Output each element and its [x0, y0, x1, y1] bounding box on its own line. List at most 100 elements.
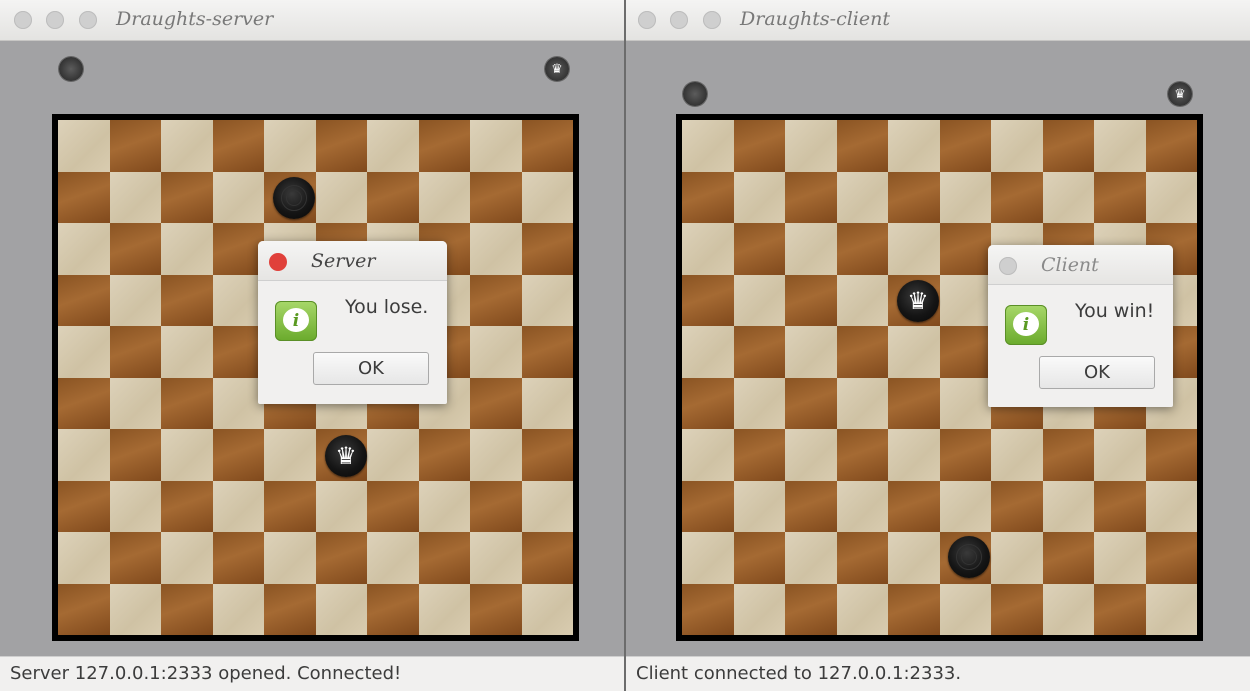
dark-square[interactable]	[785, 274, 837, 326]
light-square[interactable]	[1145, 171, 1197, 223]
dark-square[interactable]	[315, 120, 367, 172]
light-square[interactable]	[785, 429, 837, 481]
minimize-window-button[interactable]	[46, 11, 64, 29]
light-square[interactable]	[1042, 583, 1094, 635]
light-square[interactable]	[888, 429, 940, 481]
dark-square[interactable]	[418, 120, 470, 172]
light-square[interactable]	[315, 583, 367, 635]
dark-square[interactable]	[991, 171, 1043, 223]
light-square[interactable]	[470, 326, 522, 378]
dark-square[interactable]	[212, 532, 264, 584]
dark-square[interactable]	[939, 429, 991, 481]
dark-square[interactable]	[521, 223, 573, 275]
dark-square[interactable]	[682, 171, 734, 223]
light-square[interactable]	[521, 583, 573, 635]
light-square[interactable]	[470, 120, 522, 172]
black-king-piece[interactable]: ♛	[325, 435, 367, 477]
maximize-window-button[interactable]	[79, 11, 97, 29]
light-square[interactable]	[1094, 120, 1146, 172]
light-square[interactable]	[991, 120, 1043, 172]
dark-square[interactable]	[315, 532, 367, 584]
dark-square[interactable]	[264, 583, 316, 635]
light-square[interactable]	[109, 274, 161, 326]
light-square[interactable]	[58, 429, 110, 481]
light-square[interactable]	[58, 223, 110, 275]
dark-square[interactable]	[836, 120, 888, 172]
light-square[interactable]	[785, 223, 837, 275]
light-square[interactable]	[109, 480, 161, 532]
dark-square[interactable]	[470, 377, 522, 429]
light-square[interactable]	[682, 326, 734, 378]
light-square[interactable]	[418, 583, 470, 635]
dialog-titlebar[interactable]: Server	[258, 241, 447, 281]
dark-square[interactable]	[682, 274, 734, 326]
dark-square[interactable]	[521, 429, 573, 481]
light-square[interactable]	[888, 532, 940, 584]
dark-square[interactable]	[939, 326, 991, 378]
dark-square[interactable]	[1094, 171, 1146, 223]
light-square[interactable]	[521, 171, 573, 223]
dark-square[interactable]	[212, 326, 264, 378]
close-window-button[interactable]	[14, 11, 32, 29]
light-square[interactable]	[939, 583, 991, 635]
light-square[interactable]	[682, 429, 734, 481]
light-square[interactable]	[1145, 583, 1197, 635]
light-square[interactable]	[212, 377, 264, 429]
dark-square[interactable]	[521, 120, 573, 172]
dark-square[interactable]	[367, 583, 419, 635]
light-square[interactable]	[939, 377, 991, 429]
light-square[interactable]	[1042, 171, 1094, 223]
light-square[interactable]	[888, 223, 940, 275]
dark-square[interactable]	[264, 480, 316, 532]
dark-square[interactable]	[109, 120, 161, 172]
dark-square[interactable]	[733, 429, 785, 481]
light-square[interactable]	[264, 429, 316, 481]
light-square[interactable]	[888, 120, 940, 172]
dark-square[interactable]	[161, 377, 213, 429]
dark-square[interactable]	[991, 583, 1043, 635]
black-king-piece[interactable]: ♛	[897, 280, 939, 322]
dark-square[interactable]	[836, 326, 888, 378]
light-square[interactable]	[682, 223, 734, 275]
light-square[interactable]	[733, 274, 785, 326]
light-square[interactable]	[109, 583, 161, 635]
light-square[interactable]	[785, 326, 837, 378]
dark-square[interactable]	[836, 532, 888, 584]
light-square[interactable]	[212, 171, 264, 223]
light-square[interactable]	[58, 120, 110, 172]
light-square[interactable]	[58, 326, 110, 378]
light-square[interactable]	[836, 480, 888, 532]
light-square[interactable]	[264, 532, 316, 584]
dark-square[interactable]	[1094, 583, 1146, 635]
light-square[interactable]	[109, 171, 161, 223]
light-square[interactable]	[939, 274, 991, 326]
dark-square[interactable]	[418, 532, 470, 584]
ok-button[interactable]: OK	[1039, 356, 1155, 389]
light-square[interactable]	[836, 171, 888, 223]
dialog-close-button[interactable]	[269, 253, 287, 271]
light-square[interactable]	[1042, 480, 1094, 532]
dark-square[interactable]	[1042, 429, 1094, 481]
light-square[interactable]	[521, 377, 573, 429]
dark-square[interactable]	[58, 377, 110, 429]
light-square[interactable]	[939, 480, 991, 532]
light-square[interactable]	[1145, 480, 1197, 532]
dark-square[interactable]	[682, 583, 734, 635]
light-square[interactable]	[682, 532, 734, 584]
light-square[interactable]	[418, 480, 470, 532]
dark-square[interactable]	[888, 480, 940, 532]
light-square[interactable]	[109, 377, 161, 429]
light-square[interactable]	[315, 480, 367, 532]
dark-square[interactable]	[212, 223, 264, 275]
light-square[interactable]	[161, 223, 213, 275]
light-square[interactable]	[991, 429, 1043, 481]
light-square[interactable]	[836, 583, 888, 635]
dark-square[interactable]	[470, 274, 522, 326]
light-square[interactable]	[470, 532, 522, 584]
dark-square[interactable]	[682, 377, 734, 429]
dark-square[interactable]	[367, 480, 419, 532]
dark-square[interactable]	[58, 171, 110, 223]
ok-button[interactable]: OK	[313, 352, 429, 385]
dark-square[interactable]	[1094, 480, 1146, 532]
dark-square[interactable]	[1145, 429, 1197, 481]
